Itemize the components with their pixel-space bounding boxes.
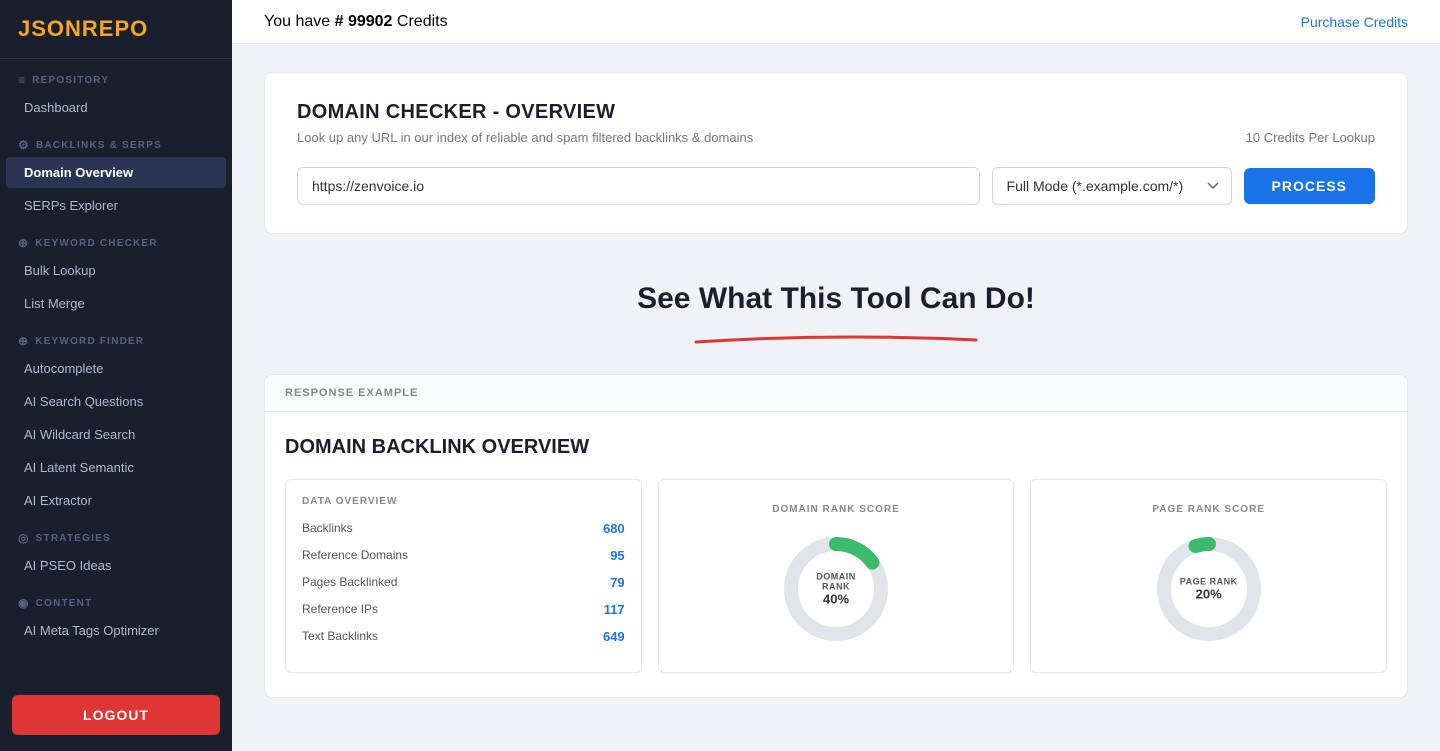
page-rank-title: PAGE RANK SCORE xyxy=(1152,504,1265,515)
response-body: DOMAIN BACKLINK OVERVIEW DATA OVERVIEW B… xyxy=(265,412,1407,697)
card-title: DOMAIN CHECKER - OVERVIEW xyxy=(297,101,1375,124)
sidebar: JSONREPO ≡ REPOSITORY Dashboard ⚙ BACKLI… xyxy=(0,0,232,751)
sidebar-item-domain-overview[interactable]: Domain Overview xyxy=(6,157,226,188)
content-icon: ◉ xyxy=(18,596,30,610)
response-body-title: DOMAIN BACKLINK OVERVIEW xyxy=(285,436,1387,459)
circle-plus-icon: ⊕ xyxy=(18,236,29,250)
data-overview-title: DATA OVERVIEW xyxy=(302,496,625,507)
sidebar-item-bulk-lookup[interactable]: Bulk Lookup xyxy=(6,255,226,286)
response-header: RESPONSE EXAMPLE xyxy=(265,375,1407,412)
stat-label-reference-ips: Reference IPs xyxy=(302,602,378,617)
stat-value-backlinks: 680 xyxy=(603,521,625,536)
menu-icon: ≡ xyxy=(18,73,26,87)
gear-icon: ⚙ xyxy=(18,138,30,152)
sidebar-item-ai-search-questions[interactable]: AI Search Questions xyxy=(6,386,226,417)
page-rank-label: PAGE RANK 20% xyxy=(1180,576,1238,601)
main-content: You have # 99902 Credits Purchase Credit… xyxy=(232,0,1440,751)
stat-value-text-backlinks: 649 xyxy=(603,629,625,644)
stat-row-text-backlinks: Text Backlinks 649 xyxy=(302,629,625,644)
page-rank-col: PAGE RANK SCORE PAGE RANK 20% xyxy=(1030,479,1387,673)
sidebar-item-autocomplete[interactable]: Autocomplete xyxy=(6,353,226,384)
sidebar-item-dashboard[interactable]: Dashboard xyxy=(6,92,226,123)
sidebar-item-ai-pseo-ideas[interactable]: AI PSEO Ideas xyxy=(6,550,226,581)
domain-rank-chart: DOMAIN RANK 40% xyxy=(776,529,896,649)
demo-underline xyxy=(686,332,986,346)
stat-row-reference-ips: Reference IPs 117 xyxy=(302,602,625,617)
response-card: RESPONSE EXAMPLE DOMAIN BACKLINK OVERVIE… xyxy=(264,374,1408,698)
sidebar-item-serps-explorer[interactable]: SERPs Explorer xyxy=(6,190,226,221)
topbar: You have # 99902 Credits Purchase Credit… xyxy=(232,0,1440,44)
input-row: Full Mode (*.example.com/*) Exact Mode (… xyxy=(297,167,1375,205)
stat-value-reference-ips: 117 xyxy=(604,602,625,617)
domain-rank-title: DOMAIN RANK SCORE xyxy=(772,504,900,515)
mode-select[interactable]: Full Mode (*.example.com/*) Exact Mode (… xyxy=(992,167,1232,205)
overview-grid: DATA OVERVIEW Backlinks 680 Reference Do… xyxy=(285,479,1387,673)
content-area: DOMAIN CHECKER - OVERVIEW Look up any UR… xyxy=(232,44,1440,726)
sidebar-item-list-merge[interactable]: List Merge xyxy=(6,288,226,319)
stat-label-reference-domains: Reference Domains xyxy=(302,548,408,563)
stat-value-pages-backlinked: 79 xyxy=(610,575,624,590)
logout-button[interactable]: LOGOUT xyxy=(12,695,220,735)
section-keyword-checker: ⊕ KEYWORD CHECKER xyxy=(0,222,232,254)
credits-display: You have # 99902 Credits xyxy=(264,13,448,31)
stat-label-text-backlinks: Text Backlinks xyxy=(302,629,378,644)
url-input[interactable] xyxy=(297,167,980,205)
card-subtitle: Look up any URL in our index of reliable… xyxy=(297,130,1375,145)
stat-label-pages-backlinked: Pages Backlinked xyxy=(302,575,397,590)
demo-section: See What This Tool Can Do! xyxy=(264,262,1408,374)
section-repository: ≡ REPOSITORY xyxy=(0,59,232,91)
stat-row-backlinks: Backlinks 680 xyxy=(302,521,625,536)
logo: JSONREPO xyxy=(0,0,232,59)
domain-rank-label: DOMAIN RANK 40% xyxy=(806,571,866,606)
sidebar-item-ai-wildcard-search[interactable]: AI Wildcard Search xyxy=(6,419,226,450)
purchase-credits-link[interactable]: Purchase Credits xyxy=(1301,14,1408,30)
process-button[interactable]: PROCESS xyxy=(1244,168,1375,204)
target-icon: ⊕ xyxy=(18,334,29,348)
bullseye-icon: ◎ xyxy=(18,531,30,545)
stat-row-pages-backlinked: Pages Backlinked 79 xyxy=(302,575,625,590)
section-backlinks: ⚙ BACKLINKS & SERPS xyxy=(0,124,232,156)
demo-title: See What This Tool Can Do! xyxy=(264,282,1408,316)
credits-per-lookup: 10 Credits Per Lookup xyxy=(1246,130,1375,145)
data-overview-col: DATA OVERVIEW Backlinks 680 Reference Do… xyxy=(285,479,642,673)
section-content: ◉ CONTENT xyxy=(0,582,232,614)
sidebar-item-ai-meta-tags[interactable]: AI Meta Tags Optimizer xyxy=(6,615,226,646)
domain-rank-col: DOMAIN RANK SCORE DOMAIN RANK 40% xyxy=(658,479,1015,673)
page-rank-chart: PAGE RANK 20% xyxy=(1149,529,1269,649)
stat-row-reference-domains: Reference Domains 95 xyxy=(302,548,625,563)
stat-value-reference-domains: 95 xyxy=(610,548,624,563)
sidebar-item-ai-extractor[interactable]: AI Extractor xyxy=(6,485,226,516)
section-keyword-finder: ⊕ KEYWORD FINDER xyxy=(0,320,232,352)
domain-checker-card: DOMAIN CHECKER - OVERVIEW Look up any UR… xyxy=(264,72,1408,234)
sidebar-item-ai-latent-semantic[interactable]: AI Latent Semantic xyxy=(6,452,226,483)
stat-label-backlinks: Backlinks xyxy=(302,521,353,536)
section-strategies: ◎ STRATEGIES xyxy=(0,517,232,549)
